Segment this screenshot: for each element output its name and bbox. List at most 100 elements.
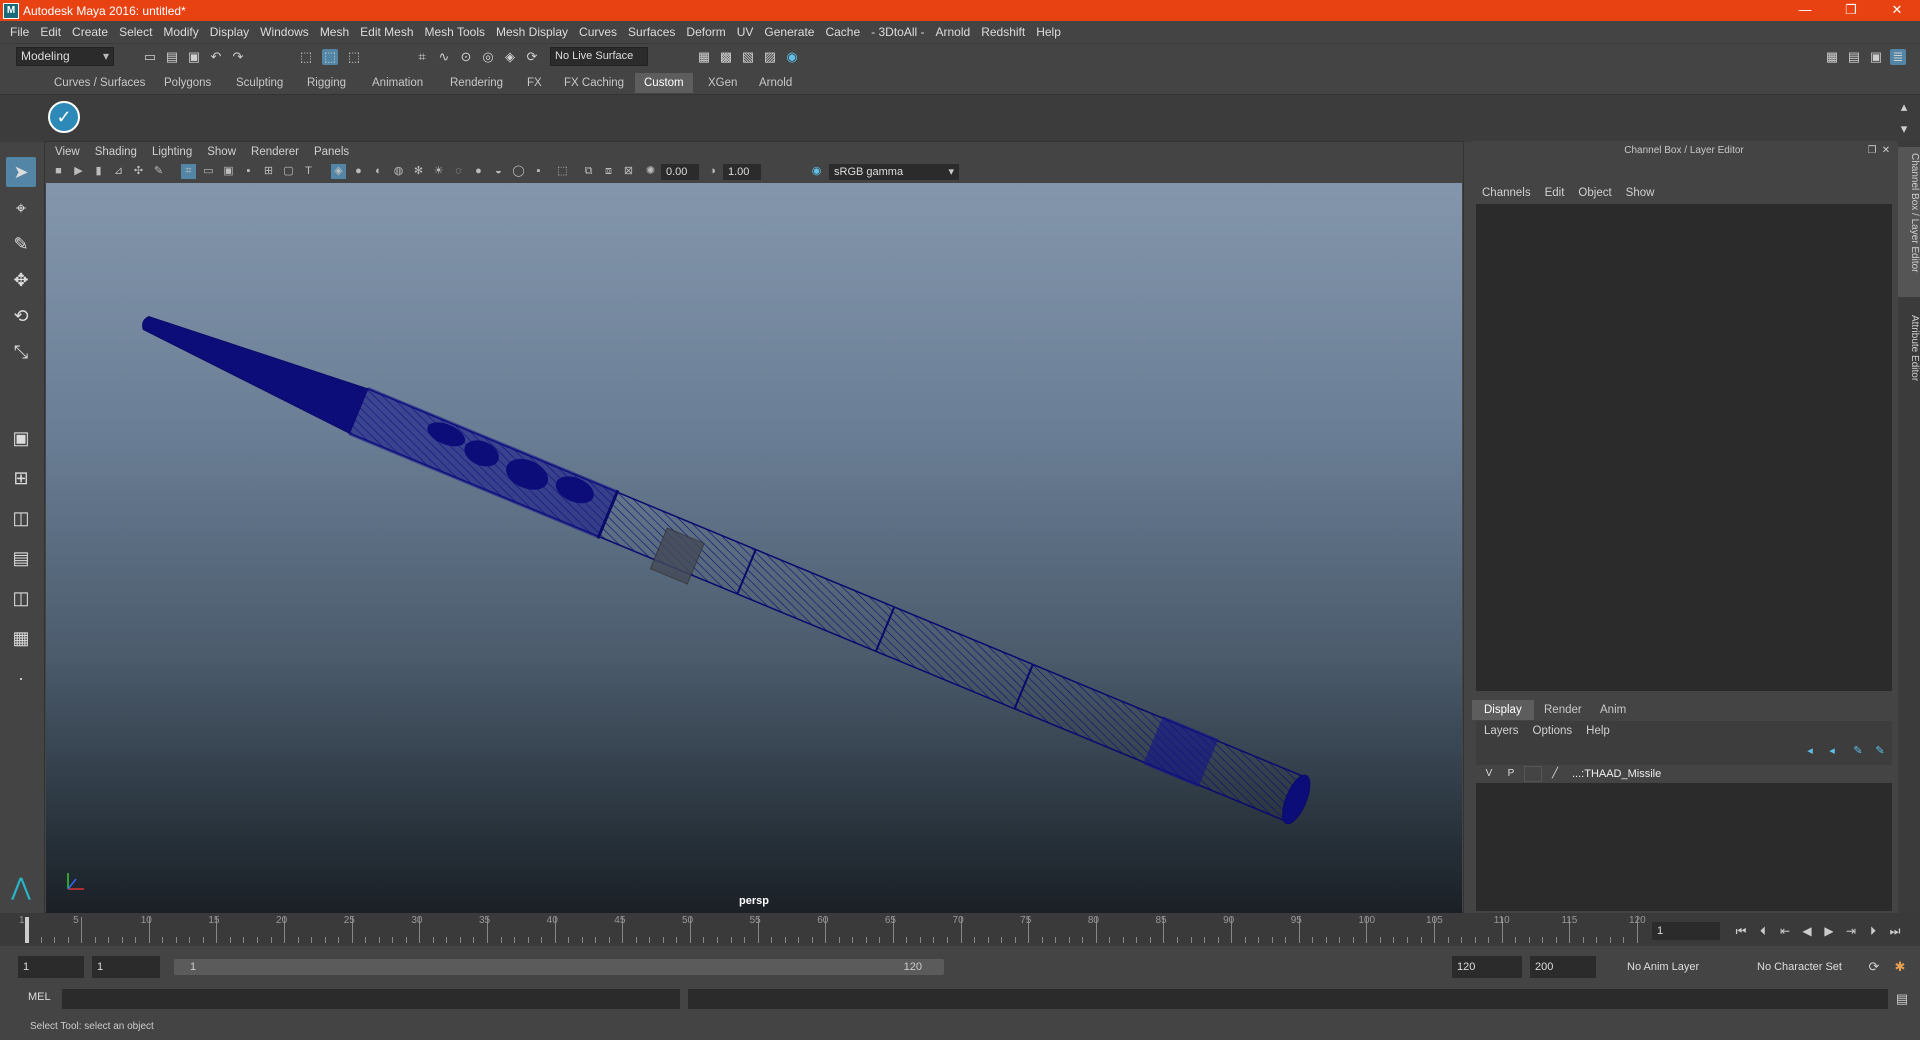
smooth-shade-icon[interactable]: ● bbox=[351, 164, 366, 179]
make-live-icon[interactable]: ⟳ bbox=[524, 49, 540, 65]
hypershade-layout-icon[interactable]: ▦ bbox=[6, 623, 36, 653]
menu-3dtoall[interactable]: - 3DtoAll - bbox=[871, 25, 924, 39]
new-scene-icon[interactable]: ▭ bbox=[142, 49, 158, 65]
side-tab-channel-box[interactable]: Channel Box / Layer Editor bbox=[1898, 147, 1920, 297]
close-button[interactable]: ✕ bbox=[1874, 0, 1920, 21]
film-gate-icon[interactable]: ▭ bbox=[201, 164, 216, 179]
new-layer-selected-icon[interactable]: ✎ bbox=[1872, 743, 1888, 759]
isolate-select-icon[interactable]: ▪ bbox=[531, 164, 546, 179]
side-tab-attribute-editor[interactable]: Attribute Editor bbox=[1898, 309, 1920, 419]
live-surface-field[interactable]: No Live Surface bbox=[550, 47, 648, 66]
time-slider-track[interactable]: 1 5 10 15 20 25 30 35 40 45 50 55 60 65 70 75 80 85 90 95 10… bbox=[19, 915, 1646, 945]
maximize-button[interactable]: ❐ bbox=[1828, 0, 1874, 21]
menu-generate[interactable]: Generate bbox=[764, 25, 814, 39]
animation-prefs-icon[interactable]: ✱ bbox=[1892, 959, 1908, 975]
move-tool-icon[interactable]: ✥ bbox=[6, 265, 36, 295]
graph-layout-icon[interactable]: ◫ bbox=[6, 583, 36, 613]
menu-help[interactable]: Help bbox=[1036, 25, 1061, 39]
layer-name[interactable]: ...:THAAD_Missile bbox=[1572, 768, 1661, 780]
command-input[interactable] bbox=[62, 989, 680, 1009]
2d-pan-zoom-icon[interactable]: ✣ bbox=[131, 164, 146, 179]
safe-action-icon[interactable]: ▢ bbox=[281, 164, 296, 179]
select-component-icon[interactable]: ⬚ bbox=[346, 49, 362, 65]
le-menu-options[interactable]: Options bbox=[1533, 725, 1573, 737]
four-view-layout-icon[interactable]: ⊞ bbox=[6, 463, 36, 493]
image-plane-icon[interactable]: ⊿ bbox=[111, 164, 126, 179]
vp-menu-shading[interactable]: Shading bbox=[95, 146, 137, 158]
hypershade-icon[interactable]: ◉ bbox=[784, 49, 800, 65]
auto-key-icon[interactable]: ⟳ bbox=[1866, 959, 1882, 975]
le-menu-help[interactable]: Help bbox=[1586, 725, 1610, 737]
backface-icon[interactable]: ⊠ bbox=[621, 164, 636, 179]
exposure-icon[interactable]: ✺ bbox=[643, 164, 658, 179]
menu-curves[interactable]: Curves bbox=[579, 25, 617, 39]
menu-redshift[interactable]: Redshift bbox=[981, 25, 1025, 39]
menu-arnold[interactable]: Arnold bbox=[936, 25, 971, 39]
gate-mask-icon[interactable]: ▪ bbox=[241, 164, 256, 179]
perspective-view[interactable]: persp bbox=[46, 183, 1462, 913]
cb-menu-object[interactable]: Object bbox=[1578, 187, 1611, 199]
menu-deform[interactable]: Deform bbox=[686, 25, 725, 39]
tab-xgen[interactable]: XGen bbox=[699, 73, 746, 93]
exposure-field[interactable]: 0.00 bbox=[661, 164, 699, 180]
outliner-layout-icon[interactable]: ▤ bbox=[6, 543, 36, 573]
tab-rigging[interactable]: Rigging bbox=[298, 73, 355, 93]
tab-fx[interactable]: FX bbox=[518, 73, 551, 93]
tab-anim[interactable]: Anim bbox=[1588, 700, 1638, 720]
menu-surfaces[interactable]: Surfaces bbox=[628, 25, 675, 39]
camera-attributes-icon[interactable]: ▶ bbox=[71, 164, 86, 179]
render-view-icon[interactable]: ▨ bbox=[762, 49, 778, 65]
menu-file[interactable]: File bbox=[10, 25, 29, 39]
select-tool-icon[interactable]: ➤ bbox=[6, 157, 36, 187]
snap-curve-icon[interactable]: ∿ bbox=[436, 49, 452, 65]
single-view-layout-icon[interactable]: ▣ bbox=[6, 423, 36, 453]
gamma-icon[interactable]: ◑ bbox=[705, 164, 720, 179]
shelf-scroll-up-icon[interactable]: ▴ bbox=[1896, 99, 1912, 115]
animation-end-field[interactable]: 200 bbox=[1530, 956, 1596, 978]
tab-arnold[interactable]: Arnold bbox=[750, 73, 801, 93]
lasso-tool-icon[interactable]: ⌖ bbox=[6, 193, 36, 223]
select-object-icon[interactable]: ⬚ bbox=[322, 49, 338, 65]
tab-render[interactable]: Render bbox=[1532, 700, 1594, 720]
redo-icon[interactable]: ↷ bbox=[230, 49, 246, 65]
layer-playback-toggle[interactable]: P bbox=[1502, 766, 1520, 782]
menu-display[interactable]: Display bbox=[210, 25, 249, 39]
play-backwards-icon[interactable]: ◀ bbox=[1798, 923, 1816, 939]
tab-rendering[interactable]: Rendering bbox=[441, 73, 512, 93]
go-to-end-icon[interactable]: ⏭ bbox=[1886, 923, 1904, 939]
step-back-frame-icon[interactable]: ⏴ bbox=[1754, 923, 1772, 939]
safe-title-icon[interactable]: T bbox=[301, 164, 316, 179]
menu-edit[interactable]: Edit bbox=[40, 25, 61, 39]
minimize-button[interactable]: — bbox=[1782, 0, 1828, 21]
resolution-gate-icon[interactable]: ▣ bbox=[221, 164, 236, 179]
scale-tool-icon[interactable]: ⤡ bbox=[6, 337, 36, 367]
wireframe-icon[interactable]: ◈ bbox=[331, 164, 346, 179]
rotate-tool-icon[interactable]: ⟲ bbox=[6, 301, 36, 331]
two-view-layout-icon[interactable]: ◫ bbox=[6, 503, 36, 533]
current-frame-field[interactable]: 1 bbox=[1652, 922, 1720, 940]
anim-layer-dropdown[interactable]: No Anim Layer bbox=[1622, 956, 1734, 978]
motion-blur-icon[interactable]: ● bbox=[471, 164, 486, 179]
modeling-toolkit-icon[interactable]: ▦ bbox=[1824, 49, 1840, 65]
menu-cache[interactable]: Cache bbox=[825, 25, 860, 39]
depth-of-field-icon[interactable]: ◯ bbox=[511, 164, 526, 179]
script-editor-icon[interactable]: ▤ bbox=[1894, 991, 1910, 1007]
le-menu-layers[interactable]: Layers bbox=[1484, 725, 1519, 737]
missile-wireframe[interactable] bbox=[46, 183, 1462, 913]
channel-box-area[interactable] bbox=[1476, 204, 1892, 691]
bookmark-icon[interactable]: ▮ bbox=[91, 164, 106, 179]
range-bar[interactable]: 1 120 bbox=[174, 959, 944, 975]
snap-surface-icon[interactable]: ◈ bbox=[502, 49, 518, 65]
snap-view-icon[interactable]: ◎ bbox=[480, 49, 496, 65]
new-layer-icon[interactable]: ✎ bbox=[1850, 743, 1866, 759]
tab-sculpting[interactable]: Sculpting bbox=[227, 73, 292, 93]
save-scene-icon[interactable]: ▣ bbox=[186, 49, 202, 65]
grease-pencil-icon[interactable]: ✎ bbox=[151, 164, 166, 179]
tab-display[interactable]: Display bbox=[1472, 700, 1534, 720]
tab-custom[interactable]: Custom bbox=[635, 73, 693, 93]
paint-select-tool-icon[interactable]: ✎ bbox=[6, 229, 36, 259]
xray-icon[interactable]: ⬚ bbox=[555, 164, 570, 179]
color-management-icon[interactable]: ◉ bbox=[809, 164, 824, 179]
layout-options-icon[interactable]: · bbox=[6, 663, 36, 693]
vp-menu-panels[interactable]: Panels bbox=[314, 146, 349, 158]
